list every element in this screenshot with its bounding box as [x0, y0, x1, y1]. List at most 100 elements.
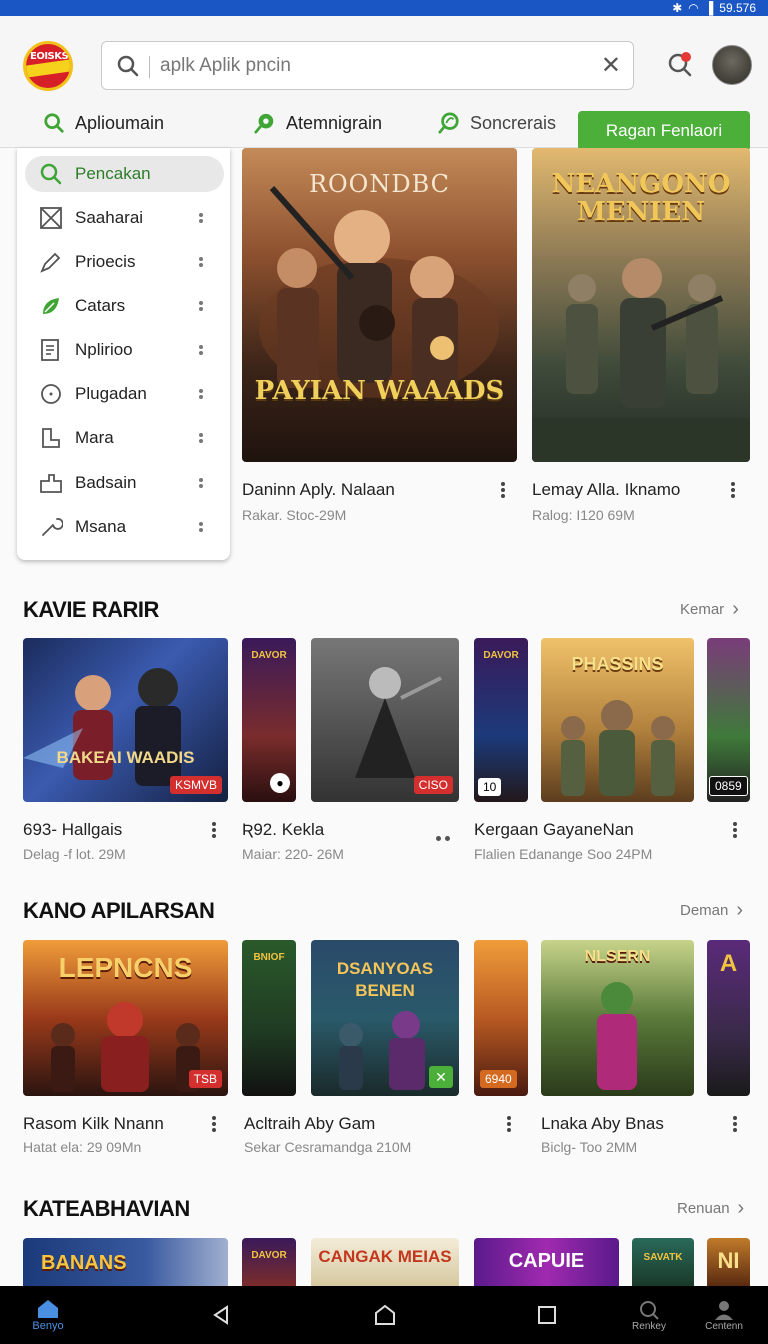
home-outline-icon: [375, 1304, 395, 1325]
game-title[interactable]: Rasom Kilk Nnann: [23, 1114, 164, 1134]
game-title[interactable]: 693- Hallgais: [23, 820, 122, 840]
drawer-item-catars[interactable]: Catars: [17, 284, 230, 328]
home-icon: [38, 1300, 58, 1318]
game-thumbnail[interactable]: PHASSINS: [541, 638, 694, 802]
game-title[interactable]: Ʀ92. Kekla: [242, 820, 324, 840]
more-options-icon[interactable]: [732, 1114, 738, 1134]
cta-button[interactable]: Ragan Fenlaori: [578, 111, 750, 151]
recents-icon: [538, 1306, 556, 1324]
more-options-icon[interactable]: [211, 1114, 217, 1134]
more-options-icon[interactable]: [500, 480, 506, 500]
back-button[interactable]: [206, 1286, 236, 1344]
search-input[interactable]: aplk Aplik pncin ✕: [101, 41, 634, 90]
game-title[interactable]: Kergaan GayaneNan: [474, 820, 634, 840]
avatar[interactable]: [712, 45, 752, 85]
drawer-item-saaharai[interactable]: Saaharai: [17, 196, 230, 240]
game-title[interactable]: Acltraih Aby Gam: [244, 1114, 375, 1134]
more-options-icon[interactable]: [199, 520, 203, 534]
game-title[interactable]: Lnaka Aby Bnas: [541, 1114, 664, 1134]
notification-search-icon[interactable]: [666, 50, 694, 78]
drawer-item-msana[interactable]: Msana: [17, 505, 230, 549]
game-thumbnail[interactable]: CISO: [311, 638, 459, 802]
more-options-icon[interactable]: [436, 828, 454, 841]
tab-soncrerais[interactable]: Soncrerais: [438, 112, 556, 134]
drawer-item-mara[interactable]: Mara: [17, 416, 230, 460]
section-title: KAVIE RARIR: [23, 597, 159, 622]
game-thumbnail[interactable]: A: [707, 940, 750, 1096]
nav-account[interactable]: Centenn: [698, 1286, 750, 1344]
game-thumbnail[interactable]: NI: [707, 1238, 750, 1286]
featured-card-1-art[interactable]: ROONDBC PAYIAN WAAADS: [242, 148, 517, 462]
game-thumbnail[interactable]: DAVOR ●: [242, 638, 296, 802]
section-title: KATEABHAVIAN: [23, 1196, 190, 1221]
more-options-icon[interactable]: [199, 387, 203, 401]
home-button[interactable]: [370, 1286, 400, 1344]
drawer-item-prioecis[interactable]: Prioecis: [17, 240, 230, 284]
see-more-link[interactable]: Deman ›: [680, 899, 743, 922]
list-doc-icon: [41, 339, 59, 361]
more-options-icon[interactable]: [199, 343, 203, 357]
nav-search[interactable]: Renkey: [626, 1286, 672, 1344]
more-options-icon[interactable]: [199, 299, 203, 313]
doc-icon: [42, 428, 60, 448]
featured-card-2-art[interactable]: NEANGONO MENIEN: [532, 148, 750, 462]
game-thumbnail[interactable]: DAVOR: [242, 1238, 296, 1286]
more-options-icon[interactable]: [199, 211, 203, 225]
game-subtitle: Hatat ela: 29 09Mn: [23, 1139, 142, 1155]
see-more-link[interactable]: Renuan ›: [677, 1197, 744, 1220]
search-placeholder: aplk Aplik pncin: [160, 55, 291, 76]
game-subtitle: Flalien Edanange Soo 24PM: [474, 846, 653, 862]
more-options-icon[interactable]: [199, 431, 203, 445]
back-icon: [213, 1305, 228, 1325]
featured-card-1-subtitle: Rakar. Stoc-29M: [242, 507, 347, 523]
drawer-item-nplirioo[interactable]: Nplirioo: [17, 328, 230, 372]
app-logo[interactable]: EOISKS: [23, 41, 73, 91]
pen-icon: [40, 252, 61, 273]
more-options-icon[interactable]: [732, 820, 738, 840]
nav-home[interactable]: Benyo: [22, 1286, 74, 1344]
more-options-icon[interactable]: [730, 480, 736, 500]
chevron-right-icon: ›: [732, 598, 739, 620]
more-options-icon[interactable]: [506, 1114, 512, 1134]
side-drawer: Pencakan Saaharai Prioecis Catars Npliri…: [17, 148, 230, 560]
more-options-icon[interactable]: [211, 820, 217, 840]
game-thumbnail[interactable]: BANANS: [23, 1238, 228, 1286]
game-subtitle: Maiar: 220- 26M: [242, 846, 344, 862]
signal-icon: ▐: [704, 1, 714, 15]
search-icon: [40, 163, 62, 185]
recents-button[interactable]: [532, 1286, 562, 1344]
search-icon: [44, 113, 64, 133]
game-thumbnail[interactable]: DAVOR 10: [474, 638, 528, 802]
game-thumbnail[interactable]: BNIOF: [242, 940, 296, 1096]
see-more-link[interactable]: Kemar ›: [680, 598, 739, 621]
more-options-icon[interactable]: [199, 476, 203, 490]
game-thumbnail[interactable]: 0859: [707, 638, 750, 802]
game-thumbnail[interactable]: 6940: [474, 940, 528, 1096]
featured-card-1-title[interactable]: Daninn Aply. Nalaan: [242, 480, 395, 500]
featured-card-2-subtitle: Ralog: I120 69M: [532, 507, 635, 523]
search-icon: [117, 55, 139, 77]
tab-aplioumain[interactable]: Aplioumain: [43, 112, 164, 134]
game-thumbnail[interactable]: DSANYOAS BENEN ✕: [311, 940, 459, 1096]
search-icon: [640, 1300, 659, 1320]
game-thumbnail[interactable]: CAPUIE: [474, 1238, 619, 1286]
game-thumbnail[interactable]: LEPNCNS TSB: [23, 940, 228, 1096]
more-options-icon[interactable]: [199, 255, 203, 269]
drawer-item-pencakan[interactable]: Pencakan: [17, 152, 230, 196]
tab-atemnigrain[interactable]: Atemnigrain: [254, 112, 382, 134]
game-thumbnail[interactable]: BAKEAI WAADIS KSMVB: [23, 638, 228, 802]
app-bar: EOISKS aplk Aplik pncin ✕ Aplioumain Ate…: [0, 16, 768, 151]
leaf-icon: [43, 298, 59, 314]
game-subtitle: Delag -f lot. 29M: [23, 846, 126, 862]
game-thumbnail[interactable]: SAVATK: [632, 1238, 694, 1286]
status-bar: ✱ ◠ ▐ 59.576: [0, 0, 768, 16]
clear-icon[interactable]: ✕: [601, 54, 621, 78]
featured-card-2-title[interactable]: Lemay Alla. Iknamo: [532, 480, 680, 500]
game-subtitle: Biclg- Too 2MM: [541, 1139, 638, 1155]
game-subtitle: Sekar Cesramandga 210M: [244, 1139, 412, 1155]
game-thumbnail[interactable]: CANGAK MEIAS: [311, 1238, 459, 1286]
drawer-item-badsain[interactable]: Badsain: [17, 461, 230, 505]
game-thumbnail[interactable]: NLSERN: [541, 940, 694, 1096]
drawer-item-plugadan[interactable]: Plugadan: [17, 372, 230, 416]
person-icon: [715, 1300, 733, 1320]
